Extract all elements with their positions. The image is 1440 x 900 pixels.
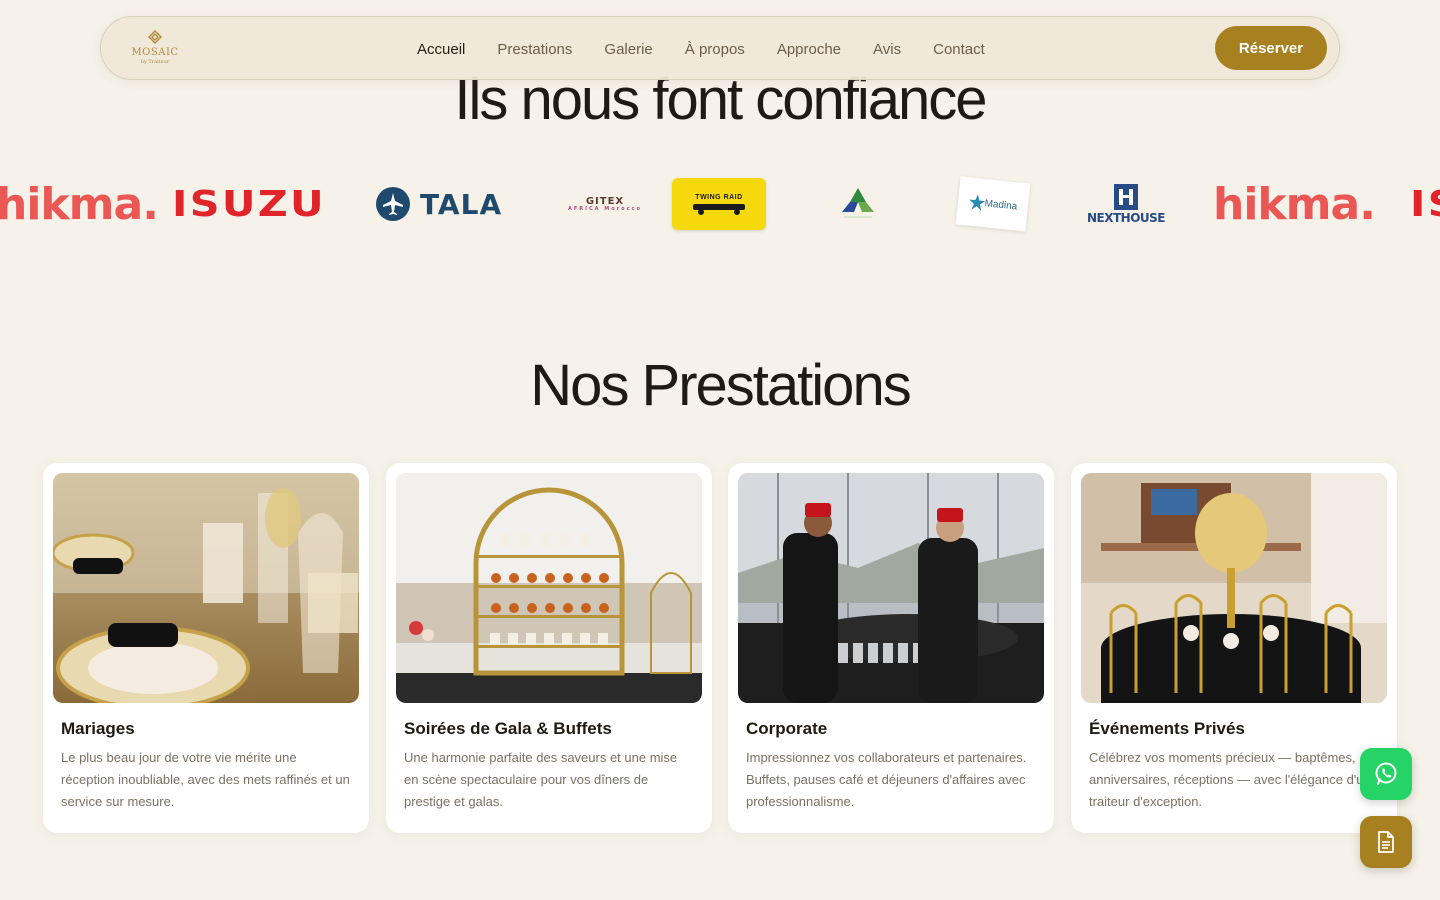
partner-logo-madina: Madina — [955, 168, 1031, 240]
service-card-evenements-prives[interactable]: Événements Privés Célébrez vos moments p… — [1071, 463, 1397, 833]
nav-link-a-propos[interactable]: À propos — [685, 41, 745, 58]
partner-logo-hikma-repeat: hikma. — [1213, 168, 1376, 240]
waiters-service-photo — [738, 473, 1044, 703]
brand-logo[interactable]: MOSAIC by Traiteur — [131, 29, 179, 69]
partner-name: TWING RAID — [695, 193, 743, 201]
card-description: Impressionnez vos collaborateurs et part… — [746, 750, 1027, 809]
triangle-leaf-icon — [842, 188, 874, 218]
service-card-corporate[interactable]: Corporate Impressionnez vos collaborateu… — [728, 463, 1054, 833]
document-icon — [1378, 831, 1394, 853]
card-description: Le plus beau jour de votre vie mérite un… — [61, 750, 350, 809]
partner-name: hikma. — [0, 178, 159, 230]
partner-logo-twing-raid: TWING RAID — [672, 168, 766, 240]
twing-car-icon — [693, 203, 745, 215]
nav-link-accueil[interactable]: Accueil — [417, 41, 465, 58]
whatsapp-button[interactable] — [1360, 748, 1412, 800]
tala-plane-icon — [376, 187, 410, 221]
partner-name: IS — [1410, 183, 1440, 225]
partner-logo-tala: TALA — [376, 168, 502, 240]
card-title: Événements Privés — [1089, 719, 1245, 738]
card-image-evenements-prives — [1081, 473, 1387, 703]
card-description: Une harmonie parfaite des saveurs et une… — [404, 750, 678, 809]
partner-logo-strip: hikma. ISUZU TALA GITEX AFRICA Morocco T… — [0, 168, 1440, 240]
partner-logo-nexthouse: NEXTHOUSE — [1087, 168, 1166, 240]
partner-name: ISUZU — [172, 183, 326, 225]
partner-name: TALA — [420, 187, 503, 221]
madina-star-icon — [968, 194, 985, 211]
logo-emblem-icon — [148, 30, 162, 44]
private-dining-photo — [1081, 473, 1387, 703]
prestations-cards: Mariages Le plus beau jour de votre vie … — [43, 463, 1397, 833]
partner-name: Madina — [984, 197, 1018, 213]
service-card-mariages[interactable]: Mariages Le plus beau jour de votre vie … — [43, 463, 369, 833]
table-setting-photo — [53, 473, 359, 703]
logo-subtext: by Traiteur — [140, 59, 170, 65]
partner-logo-gitex: GITEX AFRICA Morocco — [568, 168, 642, 240]
partner-logo-isuzu: ISUZU — [172, 168, 324, 240]
partner-name: NEXTHOUSE — [1087, 211, 1166, 225]
card-description: Célébrez vos moments précieux — baptêmes… — [1089, 750, 1371, 809]
whatsapp-icon — [1375, 762, 1397, 785]
partner-name: hikma. — [1213, 178, 1376, 230]
partner-logo-isuzu-repeat: IS — [1410, 168, 1440, 240]
nav-links: Accueil Prestations Galerie À propos App… — [401, 17, 1001, 81]
document-button[interactable] — [1360, 816, 1412, 868]
partner-logo-hikma: hikma. — [0, 168, 159, 240]
prestations-section-title: Nos Prestations — [530, 353, 911, 418]
main-navbar: MOSAIC by Traiteur Accueil Prestations G… — [100, 16, 1340, 80]
logo-text: MOSAIC — [131, 47, 179, 58]
nav-link-prestations[interactable]: Prestations — [497, 41, 572, 58]
service-card-gala[interactable]: Soirées de Gala & Buffets Une harmonie p… — [386, 463, 712, 833]
nav-link-approche[interactable]: Approche — [777, 41, 841, 58]
card-image-corporate — [738, 473, 1044, 703]
nav-link-contact[interactable]: Contact — [933, 41, 985, 58]
nexthouse-building-icon — [1114, 184, 1138, 210]
nav-link-galerie[interactable]: Galerie — [604, 41, 652, 58]
reserve-button[interactable]: Réserver — [1215, 26, 1327, 70]
partner-logo-triangle — [838, 168, 878, 240]
card-title: Corporate — [746, 719, 828, 738]
dessert-display-photo — [396, 473, 702, 703]
card-title: Mariages — [61, 719, 135, 738]
card-title: Soirées de Gala & Buffets — [404, 719, 612, 738]
partner-subtitle: AFRICA Morocco — [568, 205, 642, 212]
nav-link-avis[interactable]: Avis — [873, 41, 901, 58]
card-image-gala — [396, 473, 702, 703]
card-image-mariages — [53, 473, 359, 703]
